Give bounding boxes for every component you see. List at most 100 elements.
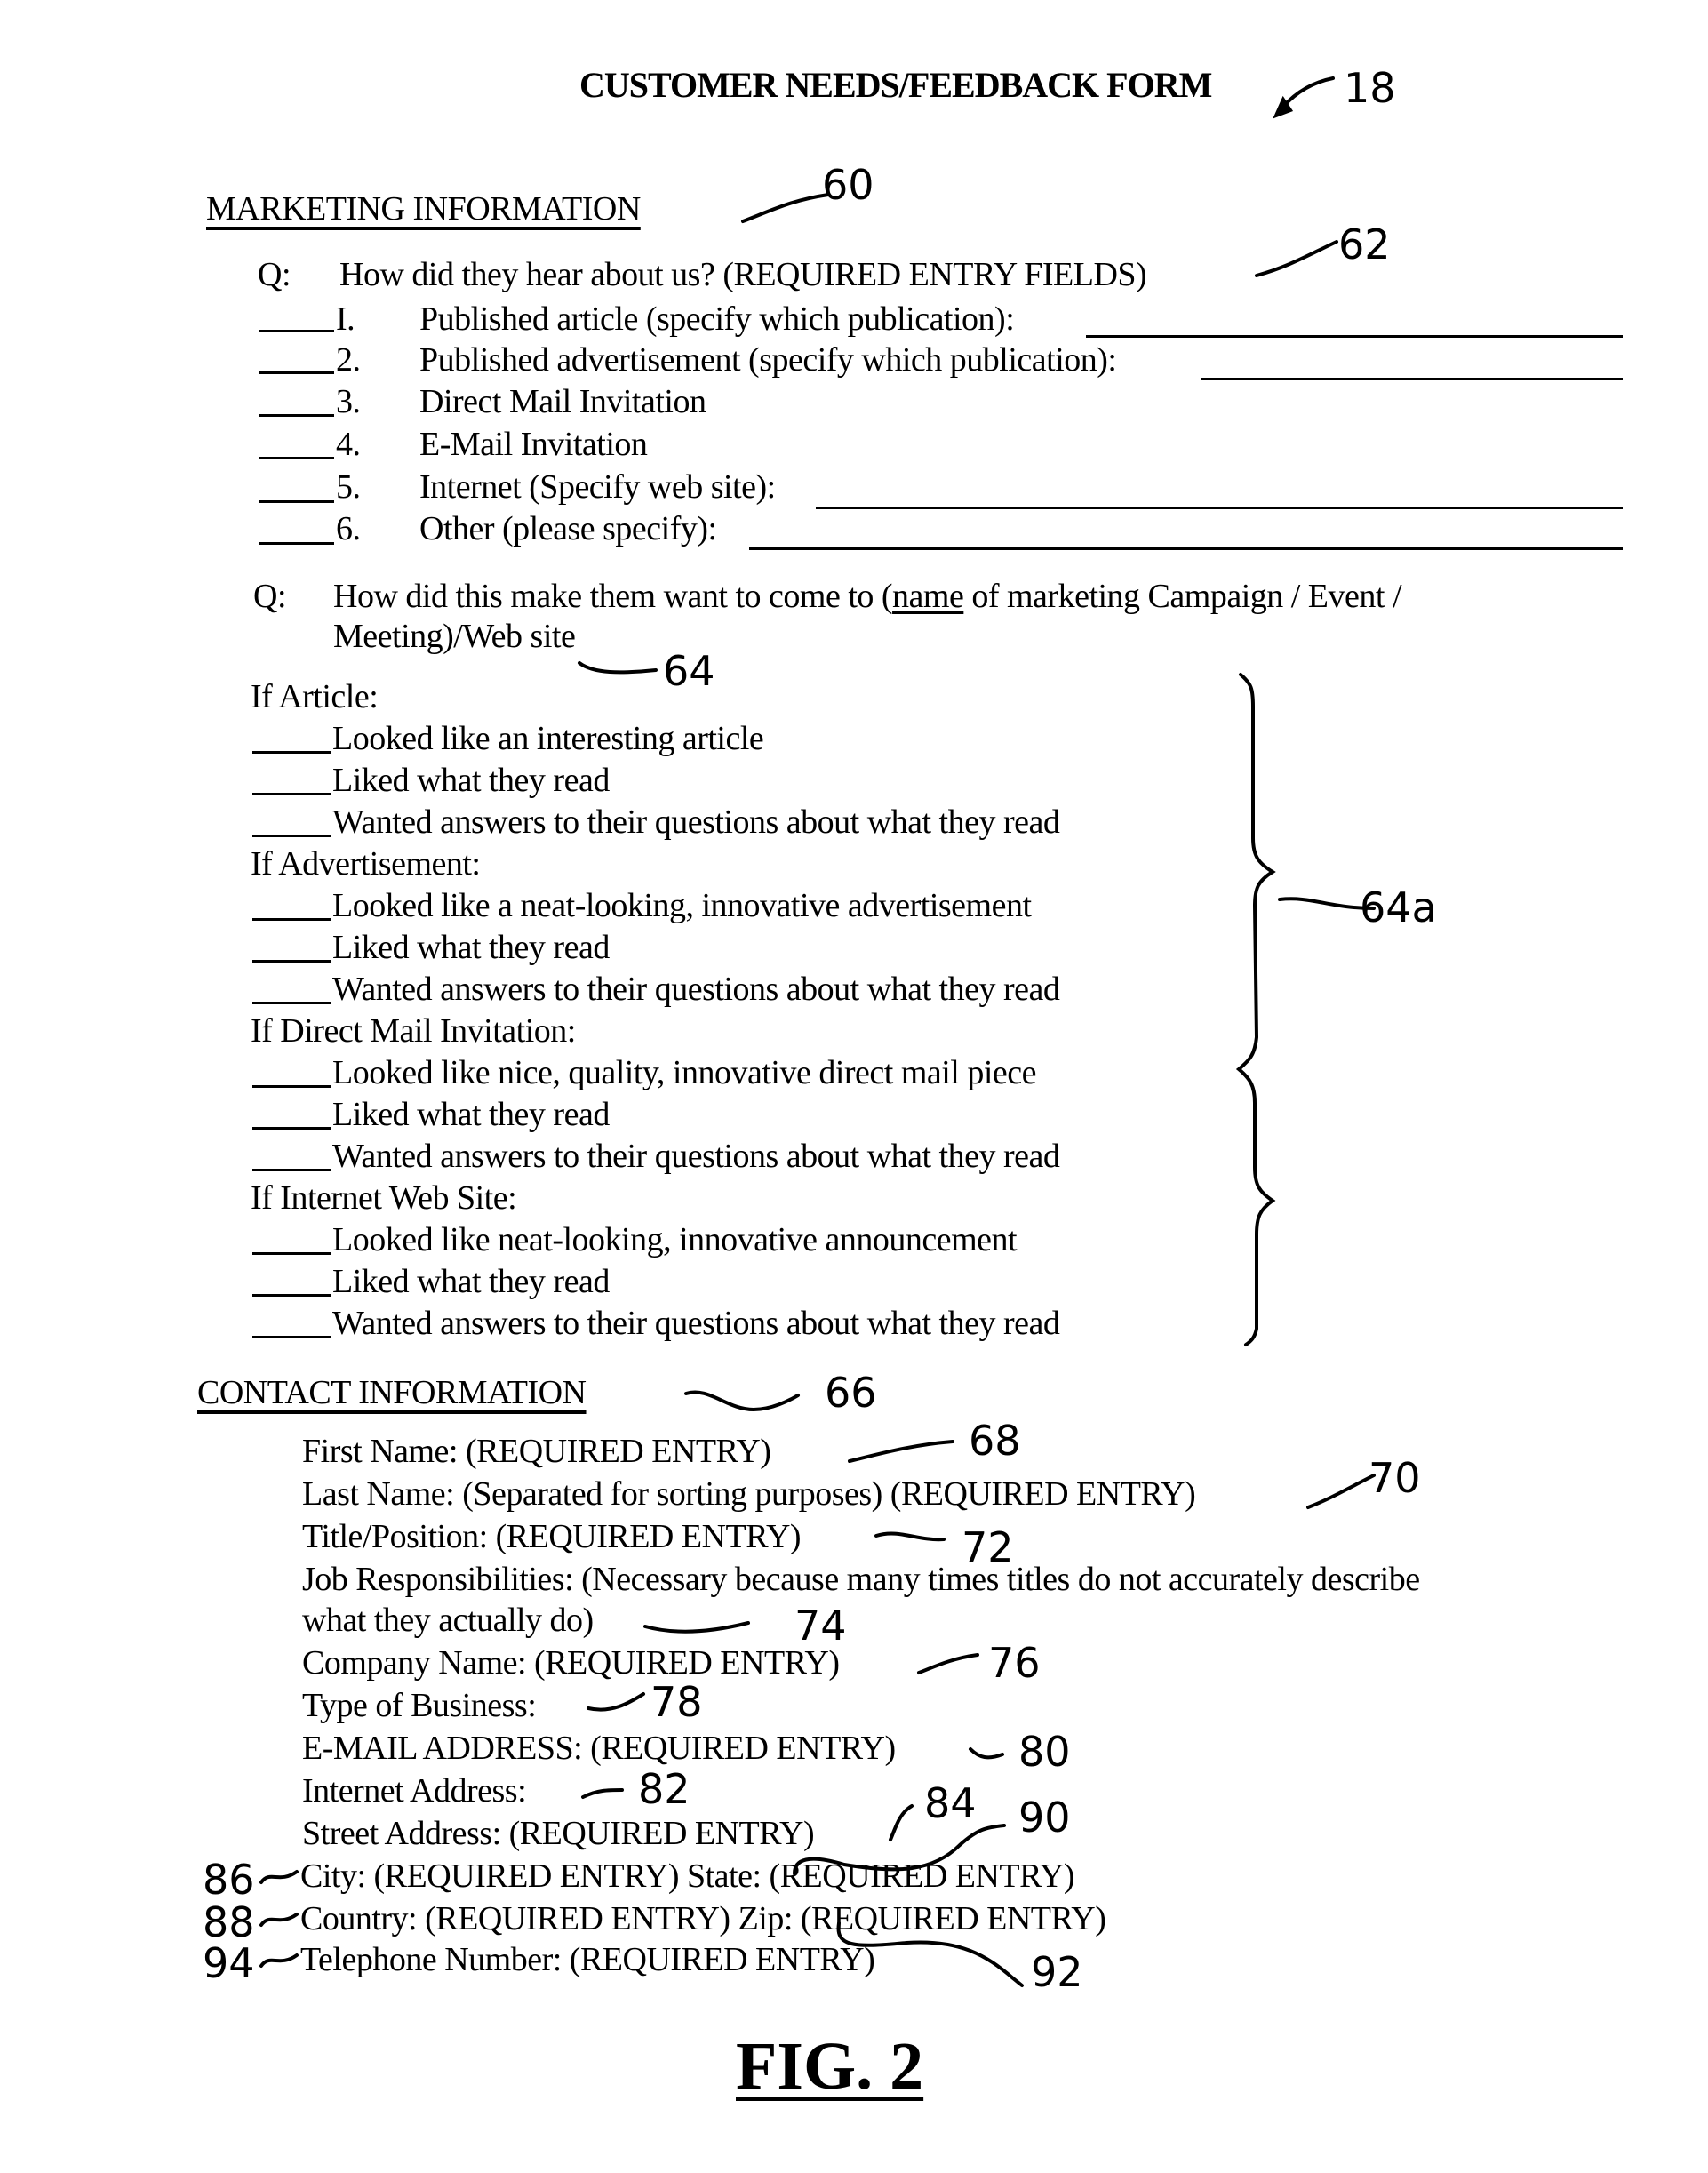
- checkbox-blank[interactable]: [252, 1252, 331, 1255]
- ref-numeral-70: 70: [1369, 1454, 1421, 1502]
- field-first-name: First Name: (REQUIRED ENTRY): [302, 1433, 771, 1470]
- ref-numeral-60: 60: [822, 161, 874, 209]
- ref-numeral-64a: 64a: [1360, 883, 1437, 931]
- field-type-of-business: Type of Business:: [302, 1687, 537, 1724]
- leader-line-68: [848, 1440, 954, 1463]
- ref-numeral-80: 80: [1018, 1728, 1071, 1776]
- response-option-label: Wanted answers to their questions about …: [332, 1305, 1060, 1342]
- option-number: 4.: [336, 426, 361, 463]
- field-title-position: Title/Position: (REQUIRED ENTRY): [302, 1518, 802, 1555]
- checkbox-blank[interactable]: [252, 751, 331, 754]
- leader-line-82: [581, 1788, 624, 1799]
- response-option-label: Wanted answers to their questions about …: [332, 803, 1060, 841]
- specify-field[interactable]: [816, 507, 1623, 509]
- checkbox-blank[interactable]: [259, 500, 334, 503]
- group-heading: If Internet Web Site:: [251, 1179, 517, 1217]
- response-option-label: Looked like nice, quality, innovative di…: [332, 1054, 1037, 1091]
- ref-numeral-94: 94: [203, 1939, 255, 1987]
- field-email-address: E-MAIL ADDRESS: (REQUIRED ENTRY): [302, 1730, 896, 1767]
- specify-field[interactable]: [1086, 335, 1623, 338]
- field-job-responsibilities: Job Responsibilities: (Necessary because…: [302, 1561, 1420, 1598]
- q2-text-line2: Meeting)/Web site: [333, 618, 576, 655]
- ref-numeral-86: 86: [203, 1856, 255, 1904]
- checkbox-blank[interactable]: [259, 371, 334, 374]
- field-street-address: Street Address: (REQUIRED ENTRY): [302, 1815, 815, 1852]
- checkbox-blank[interactable]: [252, 1127, 331, 1130]
- field-job-responsibilities-cont: what they actually do): [302, 1602, 594, 1639]
- ref-numeral-78: 78: [650, 1678, 703, 1726]
- specify-field[interactable]: [1201, 378, 1623, 380]
- figure-label: FIG. 2: [736, 2029, 924, 2104]
- q2-text-part: How did this make them want to come to (: [333, 578, 893, 615]
- group-heading: If Article:: [251, 678, 379, 715]
- q1-text: How did they hear about us? (REQUIRED EN…: [339, 256, 1147, 293]
- checkbox-blank[interactable]: [252, 1294, 331, 1297]
- field-last-name: Last Name: (Separated for sorting purpos…: [302, 1475, 1196, 1513]
- leader-line-94: [259, 1953, 299, 1968]
- response-option-label: Liked what they read: [332, 1263, 610, 1300]
- leader-line-66: [684, 1390, 800, 1412]
- response-option-label: Wanted answers to their questions about …: [332, 1138, 1060, 1175]
- field-internet-address: Internet Address:: [302, 1772, 527, 1810]
- ref-numeral-76: 76: [988, 1639, 1041, 1687]
- ref-numeral-66: 66: [825, 1369, 877, 1417]
- arrow-icon: [1273, 76, 1335, 119]
- specify-field[interactable]: [749, 547, 1623, 550]
- ref-numeral-74: 74: [794, 1602, 847, 1650]
- checkbox-blank[interactable]: [252, 793, 331, 795]
- curly-brace: [1235, 673, 1276, 1346]
- response-option-label: Wanted answers to their questions about …: [332, 971, 1060, 1008]
- checkbox-blank[interactable]: [259, 457, 334, 459]
- group-heading: If Advertisement:: [251, 845, 481, 883]
- option-number: I.: [336, 300, 355, 338]
- field-telephone-number: Telephone Number: (REQUIRED ENTRY): [300, 1941, 875, 1978]
- checkbox-blank[interactable]: [252, 835, 331, 837]
- leader-line-64: [578, 661, 658, 675]
- ref-numeral-92: 92: [1031, 1948, 1083, 1996]
- option-label: Internet (Specify web site):: [419, 468, 776, 506]
- checkbox-blank[interactable]: [252, 918, 331, 921]
- checkbox-blank[interactable]: [252, 960, 331, 963]
- field-company-name: Company Name: (REQUIRED ENTRY): [302, 1644, 840, 1682]
- option-label: E-Mail Invitation: [419, 426, 648, 463]
- option-number: 6.: [336, 510, 361, 547]
- ref-numeral-62: 62: [1338, 220, 1391, 268]
- q1-prefix: Q:: [258, 256, 291, 293]
- checkbox-blank[interactable]: [252, 1002, 331, 1004]
- checkbox-blank[interactable]: [259, 414, 334, 417]
- checkbox-blank[interactable]: [252, 1169, 331, 1171]
- leader-line-72: [874, 1531, 946, 1542]
- option-label: Direct Mail Invitation: [419, 383, 706, 420]
- option-label: Published advertisement (specify which p…: [419, 341, 1117, 379]
- response-option-label: Looked like neat-looking, innovative ann…: [332, 1221, 1018, 1258]
- leader-line-74: [643, 1621, 750, 1634]
- option-label: Published article (specify which publica…: [419, 300, 1015, 338]
- option-number: 2.: [336, 341, 361, 379]
- q2-text-part: of marketing Campaign / Event /: [963, 578, 1402, 615]
- option-label: Other (please specify):: [419, 510, 717, 547]
- ref-numeral-82: 82: [638, 1765, 690, 1813]
- checkbox-blank[interactable]: [252, 1336, 331, 1338]
- ref-numeral-90: 90: [1018, 1794, 1071, 1841]
- q2-underlined-word: name: [892, 578, 964, 615]
- leader-line-88: [259, 1913, 299, 1927]
- q2-prefix: Q:: [253, 578, 287, 615]
- leader-line-80: [969, 1747, 1004, 1760]
- group-heading: If Direct Mail Invitation:: [251, 1012, 576, 1050]
- checkbox-blank[interactable]: [259, 330, 334, 332]
- checkbox-blank[interactable]: [259, 542, 334, 545]
- response-option-label: Liked what they read: [332, 1096, 610, 1133]
- checkbox-blank[interactable]: [252, 1085, 331, 1088]
- ref-numeral-88: 88: [203, 1898, 255, 1946]
- leader-line-86: [259, 1870, 299, 1884]
- leader-line-62: [1255, 240, 1338, 277]
- response-option-label: Looked like a neat-looking, innovative a…: [332, 887, 1032, 924]
- option-number: 3.: [336, 383, 361, 420]
- ref-numeral-68: 68: [969, 1417, 1021, 1465]
- form-title: CUSTOMER NEEDS/FEEDBACK FORM: [579, 65, 1212, 105]
- response-option-label: Looked like an interesting article: [332, 720, 764, 757]
- ref-numeral-64: 64: [663, 647, 715, 695]
- field-city-state: City: (REQUIRED ENTRY) State: (REQUIRED …: [300, 1857, 1074, 1895]
- option-number: 5.: [336, 468, 361, 506]
- leader-line-76: [917, 1653, 979, 1674]
